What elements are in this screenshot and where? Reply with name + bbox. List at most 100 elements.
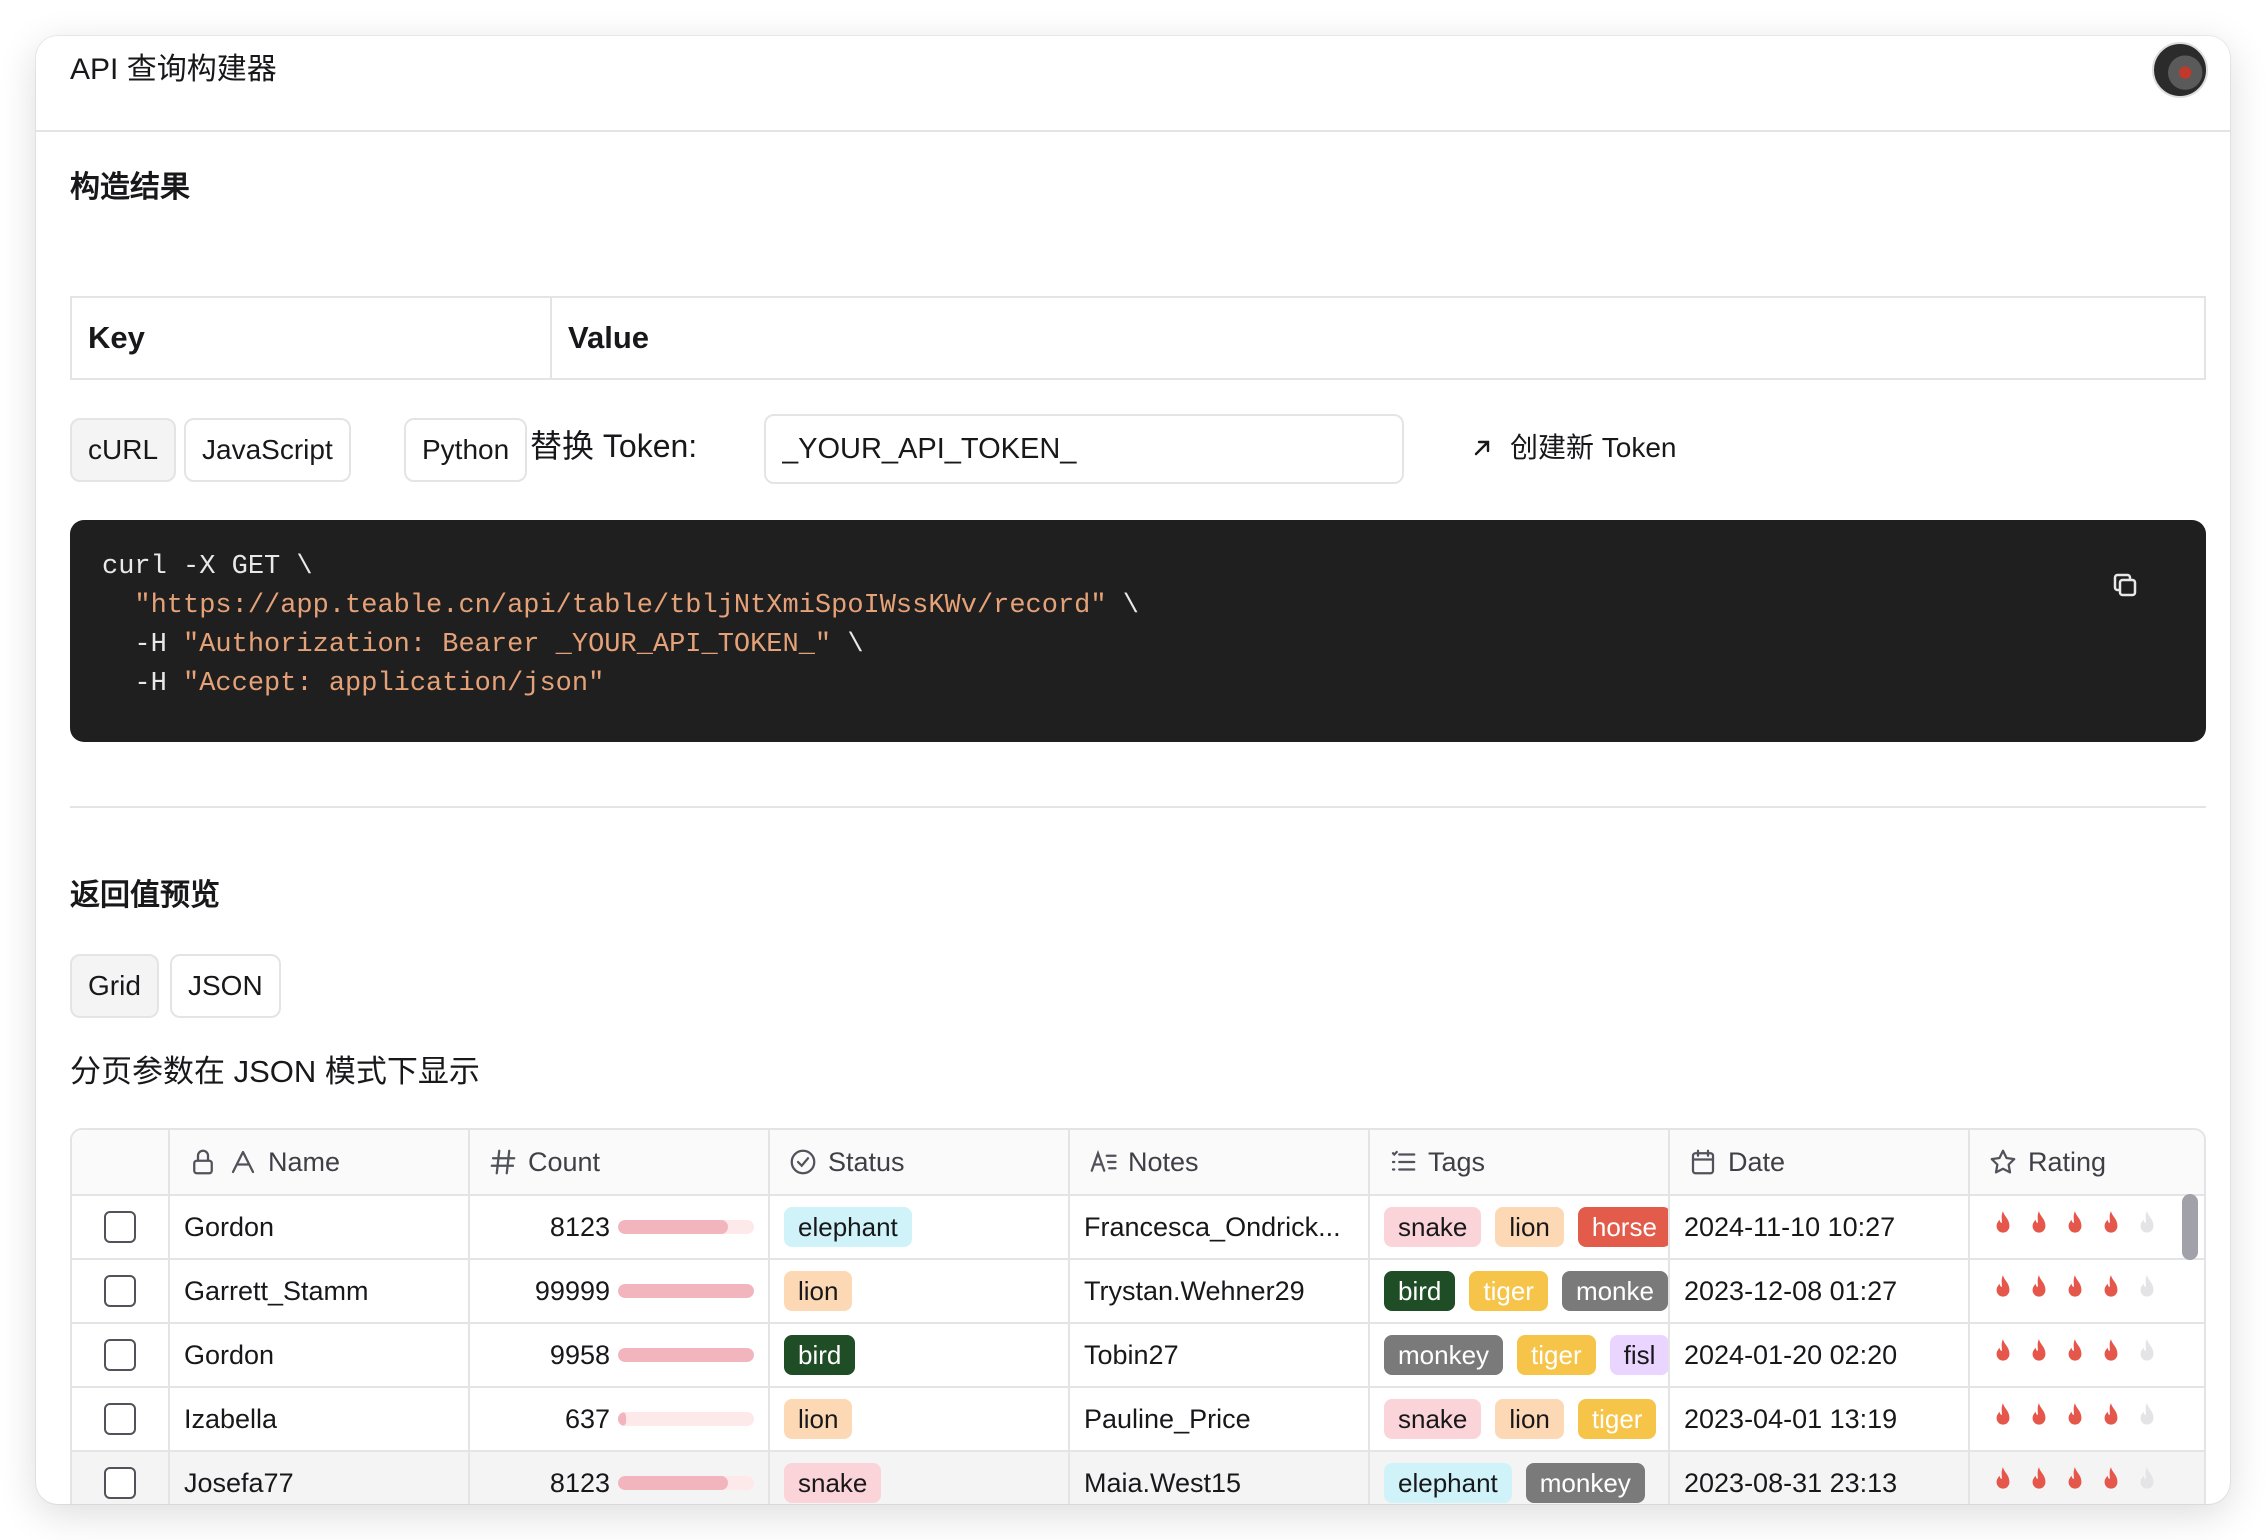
rating-cell[interactable] xyxy=(1970,1452,2204,1504)
tab-json[interactable]: JSON xyxy=(170,954,281,1018)
copy-icon[interactable] xyxy=(2110,570,2140,600)
flame-icon[interactable] xyxy=(2098,1209,2124,1246)
tag-chip: snake xyxy=(1384,1399,1482,1439)
count-bar-fill xyxy=(618,1348,754,1362)
table-row[interactable]: Josefa77 8123 snake Maia.West15 elephant monk… xyxy=(72,1452,2204,1504)
row-checkbox[interactable] xyxy=(104,1211,136,1243)
tags-cell[interactable]: monkey tiger fisl xyxy=(1370,1324,1670,1386)
flame-icon[interactable] xyxy=(2062,1337,2088,1374)
flame-icon[interactable] xyxy=(2026,1273,2052,1310)
column-header-name[interactable]: Name xyxy=(170,1130,470,1194)
tags-cell[interactable]: snake lion tiger xyxy=(1370,1388,1670,1450)
tab-grid[interactable]: Grid xyxy=(70,954,159,1018)
row-checkbox[interactable] xyxy=(104,1467,136,1499)
tab-curl[interactable]: cURL xyxy=(70,418,177,482)
preview-title: 返回值预览 xyxy=(70,879,220,912)
date-cell[interactable]: 2024-11-10 10:27 xyxy=(1670,1196,1970,1258)
row-checkbox-cell xyxy=(72,1196,170,1258)
date-cell[interactable]: 2023-08-31 23:13 xyxy=(1670,1452,1970,1504)
count-cell[interactable]: 8123 xyxy=(470,1196,770,1258)
name-cell[interactable]: Izabella xyxy=(170,1388,470,1450)
column-header-tags[interactable]: Tags xyxy=(1370,1130,1670,1194)
name-cell[interactable]: Garrett_Stamm xyxy=(170,1260,470,1322)
flame-icon[interactable] xyxy=(2062,1401,2088,1438)
column-header-notes[interactable]: Notes xyxy=(1070,1130,1370,1194)
code-line-2-end: \ xyxy=(1106,591,1139,621)
count-cell[interactable]: 9958 xyxy=(470,1324,770,1386)
count-cell[interactable]: 637 xyxy=(470,1388,770,1450)
flame-icon[interactable] xyxy=(2098,1401,2124,1438)
column-header-status[interactable]: Status xyxy=(770,1130,1070,1194)
row-checkbox[interactable] xyxy=(104,1339,136,1371)
flame-icon[interactable] xyxy=(1990,1337,2016,1374)
status-cell[interactable]: bird xyxy=(770,1324,1070,1386)
status-cell[interactable]: lion xyxy=(770,1388,1070,1450)
column-label: Status xyxy=(828,1146,905,1177)
notes-cell[interactable]: Francesca_Ondrick... xyxy=(1070,1196,1370,1258)
status-cell[interactable]: snake xyxy=(770,1452,1070,1504)
name-cell[interactable]: Gordon xyxy=(170,1324,470,1386)
table-row[interactable]: Izabella 637 lion Pauline_Price snake lion tig… xyxy=(72,1388,2204,1452)
column-header-date[interactable]: Date xyxy=(1670,1130,1970,1194)
flame-icon[interactable] xyxy=(2098,1465,2124,1502)
flame-icon[interactable] xyxy=(2026,1209,2052,1246)
count-cell[interactable]: 99999 xyxy=(470,1260,770,1322)
divider xyxy=(70,806,2206,808)
row-checkbox[interactable] xyxy=(104,1275,136,1307)
tags-cell[interactable]: snake lion horse xyxy=(1370,1196,1670,1258)
tags-cell[interactable]: bird tiger monke xyxy=(1370,1260,1670,1322)
rating-cell[interactable] xyxy=(1970,1260,2204,1322)
flame-icon[interactable] xyxy=(1990,1209,2016,1246)
code-accept-header: "Accept: application/json" xyxy=(183,669,605,699)
token-input[interactable] xyxy=(764,414,1404,484)
column-label: Tags xyxy=(1428,1146,1486,1177)
rating-cell[interactable] xyxy=(1970,1196,2204,1258)
notes-cell[interactable]: Tobin27 xyxy=(1070,1324,1370,1386)
date-cell[interactable]: 2023-12-08 01:27 xyxy=(1670,1260,1970,1322)
flame-icon[interactable] xyxy=(2026,1401,2052,1438)
notes-cell[interactable]: Maia.West15 xyxy=(1070,1452,1370,1504)
column-label: Rating xyxy=(2028,1146,2107,1177)
row-checkbox[interactable] xyxy=(104,1403,136,1435)
date-cell[interactable]: 2023-04-01 13:19 xyxy=(1670,1388,1970,1450)
count-cell[interactable]: 8123 xyxy=(470,1452,770,1504)
date-cell[interactable]: 2024-01-20 02:20 xyxy=(1670,1324,1970,1386)
count-value: 8123 xyxy=(549,1467,610,1498)
count-value: 637 xyxy=(564,1403,610,1434)
table-row[interactable]: Garrett_Stamm 99999 lion Trystan.Wehner29 bi… xyxy=(72,1260,2204,1324)
flame-icon[interactable] xyxy=(2062,1465,2088,1502)
name-cell[interactable]: Gordon xyxy=(170,1196,470,1258)
flame-icon[interactable] xyxy=(2026,1465,2052,1502)
tab-javascript[interactable]: JavaScript xyxy=(184,418,351,482)
rating-cell[interactable] xyxy=(1970,1324,2204,1386)
flame-icon[interactable] xyxy=(1990,1465,2016,1502)
status-cell[interactable]: elephant xyxy=(770,1196,1070,1258)
flame-icon[interactable] xyxy=(2098,1273,2124,1310)
tags-cell[interactable]: elephant monkey xyxy=(1370,1452,1670,1504)
avatar[interactable] xyxy=(2152,42,2208,98)
table-row[interactable]: Gordon 8123 elephant Francesca_Ondrick... sn… xyxy=(72,1196,2204,1260)
notes-cell[interactable]: Trystan.Wehner29 xyxy=(1070,1260,1370,1322)
flame-icon[interactable] xyxy=(1990,1401,2016,1438)
flame-icon[interactable] xyxy=(2134,1209,2160,1246)
flame-icon[interactable] xyxy=(2026,1337,2052,1374)
grid-scrollbar[interactable] xyxy=(2182,1194,2198,1260)
flame-icon[interactable] xyxy=(2062,1209,2088,1246)
flame-icon[interactable] xyxy=(2134,1337,2160,1374)
count-value: 99999 xyxy=(534,1275,610,1306)
tab-python[interactable]: Python xyxy=(404,418,528,482)
table-row[interactable]: Gordon 9958 bird Tobin27 monkey tiger fisl 2024… xyxy=(72,1324,2204,1388)
column-header-count[interactable]: Count xyxy=(470,1130,770,1194)
name-cell[interactable]: Josefa77 xyxy=(170,1452,470,1504)
flame-icon[interactable] xyxy=(2134,1465,2160,1502)
notes-cell[interactable]: Pauline_Price xyxy=(1070,1388,1370,1450)
flame-icon[interactable] xyxy=(2062,1273,2088,1310)
column-header-rating[interactable]: Rating xyxy=(1970,1130,2204,1194)
rating-cell[interactable] xyxy=(1970,1388,2204,1450)
flame-icon[interactable] xyxy=(2134,1401,2160,1438)
create-token-link[interactable]: 创建新 Token xyxy=(1470,418,1677,478)
flame-icon[interactable] xyxy=(2098,1337,2124,1374)
flame-icon[interactable] xyxy=(1990,1273,2016,1310)
status-cell[interactable]: lion xyxy=(770,1260,1070,1322)
flame-icon[interactable] xyxy=(2134,1273,2160,1310)
